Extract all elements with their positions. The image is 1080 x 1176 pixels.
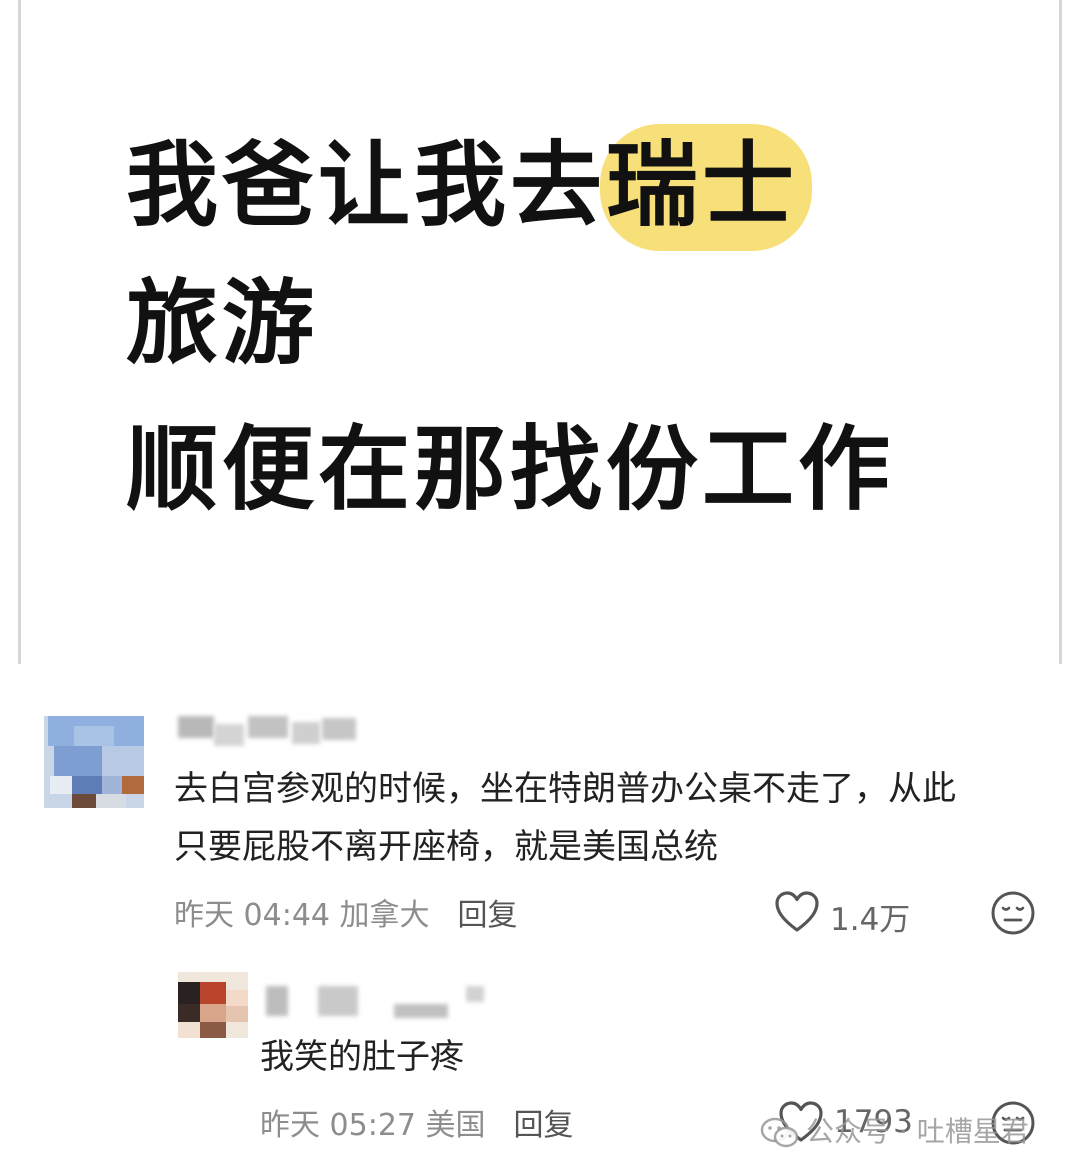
wechat-icon	[760, 1117, 799, 1148]
watermark-text: 公众号 · 吐槽星君	[806, 1115, 1029, 1148]
avatar[interactable]	[44, 716, 144, 808]
headline-line-2: 旅游	[126, 270, 319, 377]
comment-text: 去白宫参观的时候，坐在特朗普办公桌不走了，从此 只要屁股不离开座椅，就是美国总统	[174, 760, 1044, 876]
post-headline: 我爸让我去瑞士 旅游 顺便在那找份工作	[126, 138, 894, 564]
comment-timestamp: 昨天 04:44 加拿大	[174, 898, 430, 933]
post-image-card[interactable]: 我爸让我去瑞士 旅游 顺便在那找份工作	[18, 0, 1062, 664]
reply-button[interactable]: 回复	[458, 898, 518, 933]
heart-outline-icon[interactable]	[774, 890, 820, 934]
comment-text: 我笑的肚子疼	[260, 1037, 464, 1077]
neutral-face-icon[interactable]	[990, 890, 1036, 936]
highlight-mark: 瑞士	[606, 132, 799, 239]
comment-meta: 昨天 05:27 美国 回复	[260, 1100, 574, 1144]
like-count: 1.4万	[830, 902, 911, 938]
avatar[interactable]	[178, 972, 248, 1038]
watermark: 公众号 · 吐槽星君	[760, 1110, 1029, 1150]
comment-timestamp: 昨天 05:27 美国	[260, 1108, 486, 1143]
comment-meta: 昨天 04:44 加拿大 回复	[174, 890, 518, 934]
comment-text-line: 只要屁股不离开座椅，就是美国总统	[174, 827, 718, 867]
headline-line-3: 顺便在那找份工作	[126, 416, 895, 523]
headline-line-1: 我爸让我去瑞士	[126, 132, 799, 239]
reply-button[interactable]: 回复	[514, 1108, 574, 1143]
comment-text-line: 去白宫参观的时候，坐在特朗普办公桌不走了，从此	[174, 769, 956, 809]
